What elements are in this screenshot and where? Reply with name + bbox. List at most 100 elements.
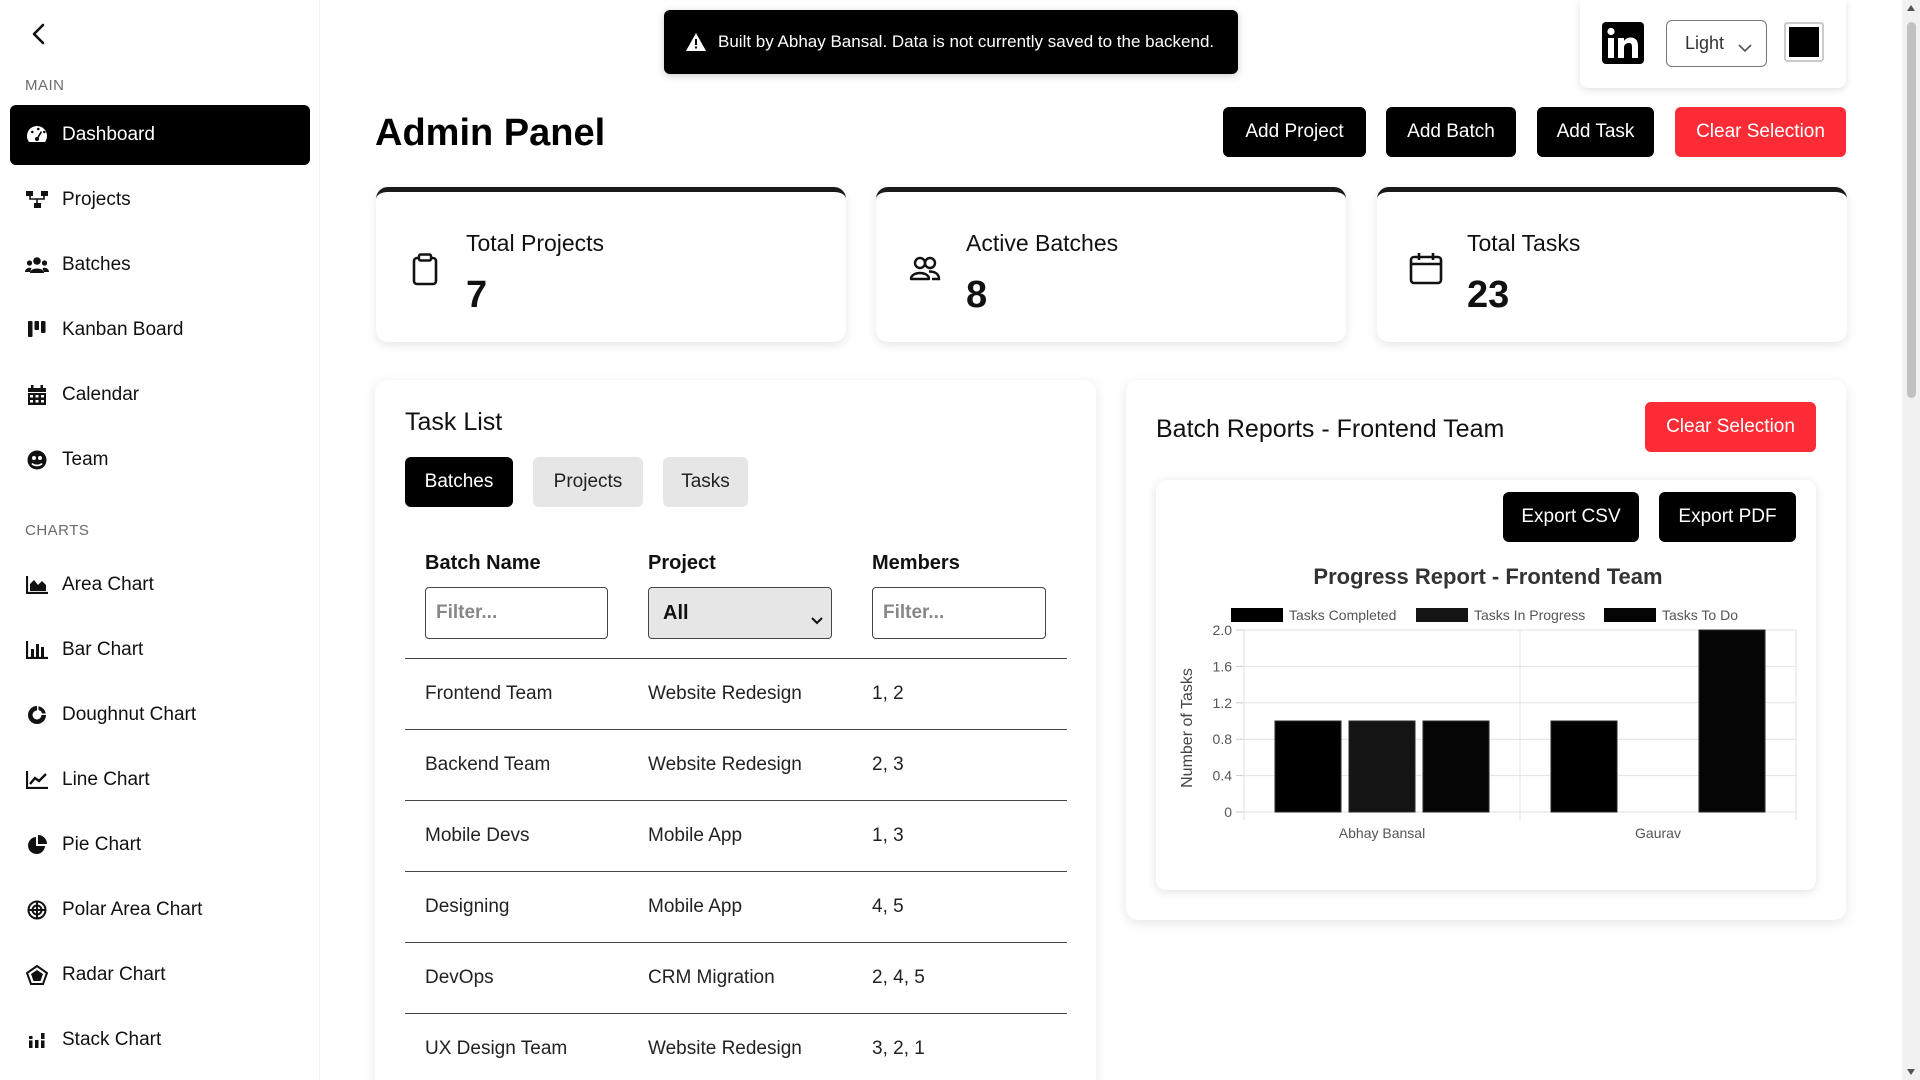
legend-swatch — [1416, 608, 1468, 622]
calendar-icon — [25, 383, 49, 407]
sidebar-item-area-chart[interactable]: Area Chart — [10, 555, 310, 615]
export-pdf-button[interactable]: Export PDF — [1659, 492, 1796, 542]
sidebar-item-polar-area-chart[interactable]: Polar Area Chart — [10, 880, 310, 940]
dashboard-icon — [25, 123, 49, 147]
y-tick-label: 0.4 — [1213, 768, 1233, 784]
y-tick-label: 1.6 — [1213, 658, 1233, 674]
kanban-icon — [25, 318, 49, 342]
sidebar-item-team[interactable]: Team — [10, 430, 310, 490]
project-cell: Website Redesign — [648, 683, 802, 704]
sidebar-item-label: Pie Chart — [62, 834, 142, 855]
members-filter-input[interactable] — [872, 587, 1046, 639]
sidebar-item-label: Polar Area Chart — [62, 899, 203, 920]
batch-name-cell: Frontend Team — [425, 683, 553, 704]
x-tick-label: Abhay Bansal — [1339, 825, 1425, 841]
task-list-title: Task List — [405, 408, 503, 436]
members-cell: 1, 2 — [872, 683, 904, 704]
sidebar-item-stack-chart[interactable]: Stack Chart — [10, 1010, 310, 1070]
sidebar-item-label: Batches — [62, 254, 131, 275]
stat-card-total-tasks: Total Tasks 23 — [1377, 187, 1847, 342]
scroll-thumb[interactable] — [1907, 22, 1916, 398]
legend-label: Tasks In Progress — [1474, 607, 1585, 623]
line-chart-icon — [25, 768, 49, 792]
export-csv-button[interactable]: Export CSV — [1503, 492, 1639, 542]
batch-name-cell: Designing — [425, 896, 510, 917]
clipboard-icon — [408, 252, 442, 286]
tab-projects[interactable]: Projects — [533, 457, 643, 507]
sidebar-item-label: Radar Chart — [62, 964, 166, 985]
chevron-down-icon — [1738, 37, 1752, 58]
y-tick-label: 1.2 — [1213, 695, 1233, 711]
chart-legend: Tasks Completed Tasks In Progress Tasks To… — [1231, 607, 1738, 623]
page-title: Admin Panel — [375, 112, 606, 154]
project-filter-select[interactable]: All — [648, 587, 832, 639]
stat-card-total-projects: Total Projects 7 — [376, 187, 846, 342]
sidebar-item-label: Dashboard — [62, 124, 155, 145]
members-cell: 1, 3 — [872, 825, 904, 846]
project-filter-value: All — [663, 601, 689, 624]
add-batch-button[interactable]: Add Batch — [1386, 107, 1516, 157]
bar — [1422, 720, 1490, 813]
calendar-outline-icon — [1409, 252, 1443, 286]
batch-name-cell: Mobile Devs — [425, 825, 530, 846]
sidebar-item-label: Line Chart — [62, 769, 150, 790]
x-tick-label: Gaurav — [1635, 825, 1681, 841]
sidebar-item-doughnut-chart[interactable]: Doughnut Chart — [10, 685, 310, 745]
sidebar-item-label: Bar Chart — [62, 639, 144, 660]
theme-select[interactable]: Light — [1666, 20, 1767, 67]
sidebar-item-calendar[interactable]: Calendar — [10, 365, 310, 425]
sidebar-item-kanban-board[interactable]: Kanban Board — [10, 300, 310, 360]
table-row[interactable]: DevOps CRM Migration 2, 4, 5 — [405, 942, 1067, 1013]
members-cell: 2, 3 — [872, 754, 904, 775]
sidebar-item-batches[interactable]: Batches — [10, 235, 310, 295]
add-task-button[interactable]: Add Task — [1537, 107, 1654, 157]
table-row[interactable]: Frontend Team Website Redesign 1, 2 — [405, 658, 1067, 729]
y-tick-label: 0.8 — [1213, 731, 1233, 747]
column-header-project[interactable]: Project — [648, 552, 716, 575]
sidebar: MAIN Dashboard Projects Batches Kanban B… — [0, 0, 320, 1080]
scroll-down-icon[interactable] — [1906, 1068, 1916, 1076]
linkedin-icon[interactable] — [1602, 22, 1644, 64]
clear-selection-button[interactable]: Clear Selection — [1675, 107, 1846, 157]
sidebar-item-line-chart[interactable]: Line Chart — [10, 750, 310, 810]
sidebar-item-radar-chart[interactable]: Radar Chart — [10, 945, 310, 1005]
legend-label: Tasks To Do — [1662, 607, 1738, 623]
back-arrow-icon[interactable] — [24, 20, 52, 48]
sidebar-item-label: Team — [62, 449, 109, 470]
stat-label: Total Tasks — [1467, 230, 1581, 256]
tab-batches[interactable]: Batches — [405, 457, 513, 507]
tab-tasks[interactable]: Tasks — [663, 457, 748, 507]
sidebar-item-label: Area Chart — [62, 574, 154, 595]
sidebar-item-dashboard[interactable]: Dashboard — [10, 105, 310, 165]
toast-message: Built by Abhay Bansal. Data is not curre… — [718, 32, 1215, 51]
batch-reports-panel: Batch Reports - Frontend Team Clear Sele… — [1126, 380, 1846, 920]
add-project-button[interactable]: Add Project — [1223, 107, 1366, 157]
reports-clear-selection-button[interactable]: Clear Selection — [1645, 402, 1816, 452]
table-row[interactable]: Backend Team Website Redesign 2, 3 — [405, 729, 1067, 800]
stack-chart-icon — [25, 1028, 49, 1052]
sidebar-item-bar-chart[interactable]: Bar Chart — [10, 620, 310, 680]
stat-value: 23 — [1467, 274, 1510, 316]
stat-value: 7 — [466, 274, 488, 316]
table-row[interactable]: UX Design Team Website Redesign 3, 2, 1 — [405, 1013, 1067, 1080]
batch-name-filter-input[interactable] — [425, 587, 608, 639]
color-picker[interactable] — [1784, 22, 1824, 62]
column-header-batch-name[interactable]: Batch Name — [425, 552, 541, 575]
column-header-members[interactable]: Members — [872, 552, 960, 575]
table-row[interactable]: Designing Mobile App 4, 5 — [405, 871, 1067, 942]
team-icon — [25, 448, 49, 472]
page-scrollbar[interactable] — [1902, 0, 1920, 1080]
members-cell: 2, 4, 5 — [872, 967, 925, 988]
members-cell: 3, 2, 1 — [872, 1038, 925, 1059]
stat-label: Active Batches — [966, 230, 1119, 256]
batch-name-cell: Backend Team — [425, 754, 551, 775]
scroll-up-icon[interactable] — [1906, 4, 1916, 12]
sidebar-item-pie-chart[interactable]: Pie Chart — [10, 815, 310, 875]
y-tick-label: 0 — [1224, 804, 1232, 820]
table-row[interactable]: Mobile Devs Mobile App 1, 3 — [405, 800, 1067, 871]
project-cell: Mobile App — [648, 896, 743, 917]
info-toast: Built by Abhay Bansal. Data is not curre… — [664, 10, 1238, 74]
sidebar-item-projects[interactable]: Projects — [10, 170, 310, 230]
stat-label: Total Projects — [466, 230, 605, 256]
sidebar-item-label: Kanban Board — [62, 319, 184, 340]
